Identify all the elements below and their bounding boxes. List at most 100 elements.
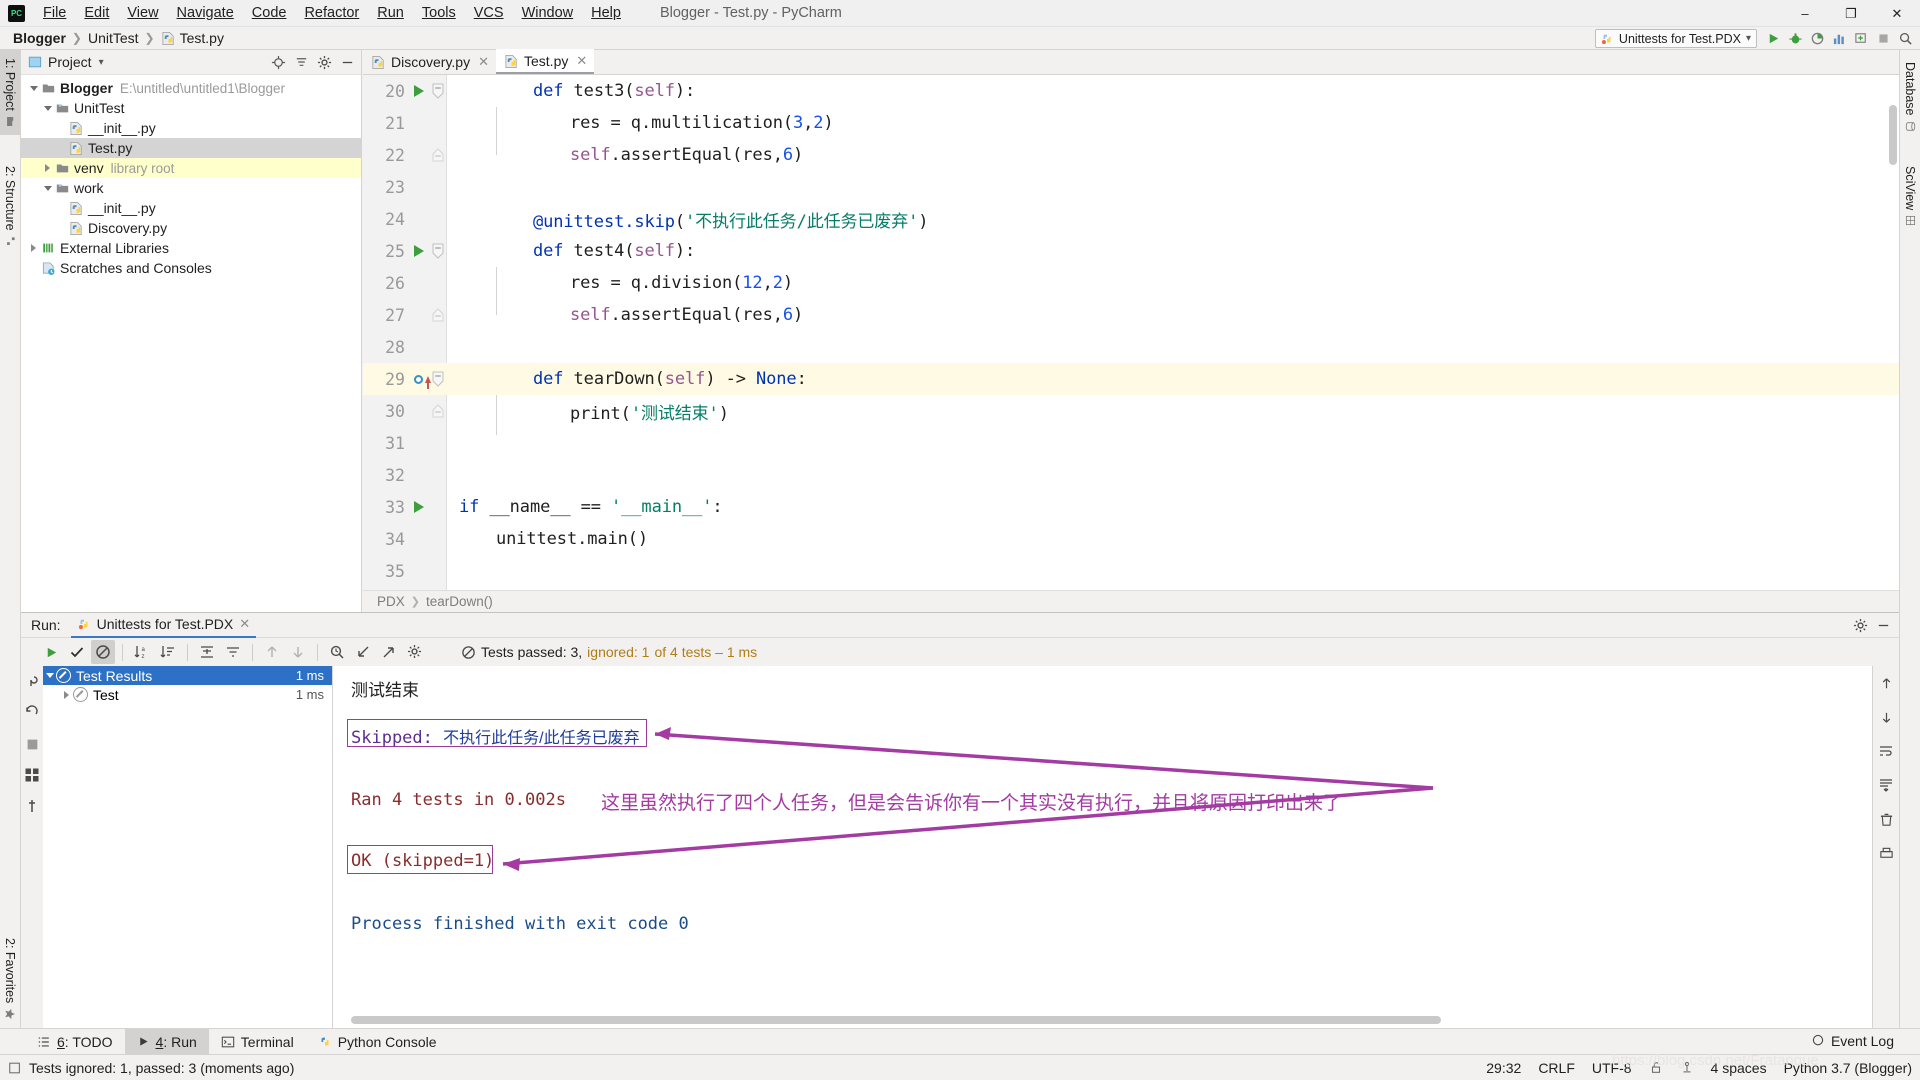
maximize-button[interactable]: ❐ <box>1828 0 1874 27</box>
minimize-button[interactable]: – <box>1782 0 1828 27</box>
chevron-down-icon[interactable]: ▾ <box>99 57 104 68</box>
menu-help[interactable]: Help <box>582 1 630 25</box>
rerun-failed-icon[interactable] <box>22 703 42 723</box>
run-settings-button[interactable] <box>1851 616 1870 635</box>
sidebar-item-project[interactable]: 1: Project <box>0 50 20 135</box>
sort-by-duration-button[interactable] <box>156 640 180 664</box>
twisty-down-icon[interactable] <box>27 85 40 91</box>
sidebar-item-structure[interactable]: 2: Structure <box>0 158 20 255</box>
menu-code[interactable]: Code <box>243 1 296 25</box>
bottom-tab-terminal[interactable]: Terminal <box>209 1029 306 1055</box>
tab-discovery-py[interactable]: Discovery.py ✕ <box>363 49 496 74</box>
fold-region-icon[interactable] <box>431 243 445 259</box>
run-button[interactable] <box>1763 29 1784 49</box>
twisty-right-icon[interactable] <box>60 690 73 699</box>
project-tree-node[interactable]: Blogger E:\untitled\untitled1\Blogger <box>21 78 361 98</box>
hide-panel-button[interactable] <box>338 53 357 72</box>
project-tree-node[interactable]: Test.py <box>21 138 361 158</box>
bottom-tab-todo[interactable]: 6: TODO <box>25 1029 125 1055</box>
stop-icon[interactable] <box>22 734 42 754</box>
rerun-button[interactable] <box>39 640 63 664</box>
fold-region-icon[interactable] <box>431 371 445 387</box>
test-tree-row-test[interactable]: Test 1 ms <box>43 685 332 704</box>
scroll-to-end-icon[interactable] <box>1876 775 1896 795</box>
profile-button[interactable] <box>1829 29 1850 49</box>
close-icon[interactable]: ✕ <box>478 54 489 70</box>
editor-vertical-scrollbar[interactable] <box>1889 105 1897 165</box>
expand-all-button[interactable] <box>195 640 219 664</box>
project-tree-node[interactable]: __init__.py <box>21 118 361 138</box>
layout-icon[interactable] <box>22 765 42 785</box>
menu-edit[interactable]: Edit <box>75 1 118 25</box>
show-passed-button[interactable] <box>65 640 89 664</box>
bottom-tab-python-console[interactable]: Python Console <box>306 1029 449 1055</box>
breadcrumb-item-testpy[interactable]: Test.py <box>157 29 228 47</box>
search-everywhere-button[interactable] <box>1895 29 1916 49</box>
project-tree-node[interactable]: External Libraries <box>21 238 361 258</box>
tab-test-py[interactable]: Test.py ✕ <box>496 49 595 74</box>
previous-failed-button[interactable] <box>260 640 284 664</box>
fold-end-icon[interactable] <box>431 148 445 162</box>
debug-frames-icon[interactable] <box>22 672 42 692</box>
track-running-test-button[interactable] <box>325 640 349 664</box>
menu-refactor[interactable]: Refactor <box>295 1 368 25</box>
sidebar-item-database[interactable]: Database <box>1900 54 1920 140</box>
menu-tools[interactable]: Tools <box>413 1 465 25</box>
console-horizontal-scrollbar[interactable] <box>351 1016 1441 1024</box>
breadcrumb-method[interactable]: tearDown() <box>426 594 493 609</box>
scroll-from-source-button[interactable] <box>269 53 288 72</box>
collapse-all-button[interactable] <box>292 53 311 72</box>
twisty-right-icon[interactable] <box>27 244 40 252</box>
twisty-down-icon[interactable] <box>41 185 54 191</box>
export-tests-button[interactable] <box>377 640 401 664</box>
fold-region-icon[interactable] <box>431 83 445 99</box>
twisty-down-icon[interactable] <box>43 673 56 678</box>
menu-file[interactable]: File <box>34 1 75 25</box>
event-log-button[interactable]: Event Log <box>1811 1028 1894 1054</box>
clear-console-icon[interactable] <box>1876 809 1896 829</box>
menu-run[interactable]: Run <box>368 1 413 25</box>
run-coverage-button[interactable] <box>1807 29 1828 49</box>
close-icon[interactable]: ✕ <box>239 616 250 632</box>
show-ignored-button[interactable] <box>91 640 115 664</box>
pin-icon[interactable] <box>22 796 42 816</box>
test-settings-button[interactable] <box>403 640 427 664</box>
attach-button[interactable] <box>1851 29 1872 49</box>
debug-button[interactable] <box>1785 29 1806 49</box>
hide-run-panel-button[interactable] <box>1874 616 1893 635</box>
line-separator[interactable]: CRLF <box>1538 1060 1575 1076</box>
import-tests-button[interactable] <box>351 640 375 664</box>
test-tree-row-results[interactable]: Test Results 1 ms <box>43 666 332 685</box>
soft-wrap-icon[interactable] <box>1876 741 1896 761</box>
sidebar-item-favorites[interactable]: 2: Favorites <box>0 930 20 1028</box>
menu-window[interactable]: Window <box>513 1 583 25</box>
run-line-gutter-icon[interactable] <box>411 85 427 97</box>
project-tree-node[interactable]: venv library root <box>21 158 361 178</box>
project-tree-node[interactable]: __init__.py <box>21 198 361 218</box>
run-tab-unittests[interactable]: Unittests for Test.PDX ✕ <box>70 613 257 638</box>
run-line-gutter-icon[interactable] <box>411 501 427 513</box>
menu-vcs[interactable]: VCS <box>465 1 513 25</box>
console-output[interactable]: 测试结束 Skipped: 不执行此任务/此任务已废弃 Ran 4 tests … <box>333 666 1873 1028</box>
scroll-up-icon[interactable] <box>1876 673 1896 693</box>
fold-end-icon[interactable] <box>431 308 445 322</box>
breadcrumb-item-unittest[interactable]: UnitTest <box>84 29 143 47</box>
sort-alphabetically-button[interactable]: a z <box>130 640 154 664</box>
close-icon[interactable]: ✕ <box>576 53 587 69</box>
project-tree-node[interactable]: Discovery.py <box>21 218 361 238</box>
project-settings-button[interactable] <box>315 53 334 72</box>
caret-position[interactable]: 29:32 <box>1486 1060 1521 1076</box>
project-tree-node[interactable]: UnitTest <box>21 98 361 118</box>
breadcrumb-class[interactable]: PDX <box>377 594 405 609</box>
twisty-down-icon[interactable] <box>41 105 54 111</box>
method-override-icon[interactable] <box>413 374 423 384</box>
run-configuration-selector[interactable]: Unittests for Test.PDX ▾ <box>1594 29 1757 48</box>
sidebar-item-sciview[interactable]: SciView <box>1900 158 1920 234</box>
twisty-right-icon[interactable] <box>41 164 54 172</box>
stop-button[interactable] <box>1873 29 1894 49</box>
override-arrow-icon[interactable] <box>424 375 431 389</box>
scroll-down-icon[interactable] <box>1876 707 1896 727</box>
bottom-tab-run[interactable]: 4: Run <box>124 1028 209 1055</box>
breadcrumb-item-blogger[interactable]: Blogger <box>9 29 70 47</box>
next-failed-button[interactable] <box>286 640 310 664</box>
